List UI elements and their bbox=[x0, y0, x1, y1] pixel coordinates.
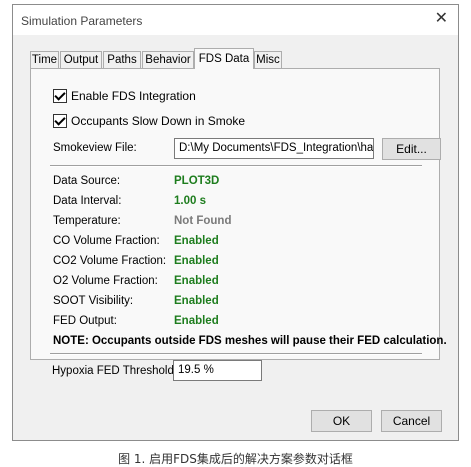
temperature-label: Temperature: bbox=[53, 215, 121, 227]
title-bar: Simulation Parameters ✕ bbox=[13, 5, 458, 35]
enable-fds-label: Enable FDS Integration bbox=[71, 89, 196, 103]
edit-button[interactable]: Edit... bbox=[382, 138, 441, 160]
tab-output[interactable]: Output bbox=[60, 51, 102, 68]
fed-output-label: FED Output: bbox=[53, 315, 117, 327]
checkbox-checked-icon[interactable] bbox=[53, 89, 67, 103]
soot-visibility-value: Enabled bbox=[174, 295, 219, 307]
simulation-parameters-dialog: Simulation Parameters ✕ Time Output Path… bbox=[12, 4, 459, 441]
data-source-label: Data Source: bbox=[53, 175, 121, 187]
slowdown-in-smoke-checkbox[interactable]: Occupants Slow Down in Smoke bbox=[53, 114, 245, 128]
smokeview-file-label: Smokeview File: bbox=[53, 142, 137, 154]
tab-time[interactable]: Time bbox=[30, 51, 59, 68]
data-interval-label: Data Interval: bbox=[53, 195, 122, 207]
fds-data-panel: Enable FDS Integration Occupants Slow Do… bbox=[30, 68, 447, 360]
tab-behavior[interactable]: Behavior bbox=[142, 51, 194, 68]
tab-misc[interactable]: Misc bbox=[254, 51, 282, 68]
data-source-value: PLOT3D bbox=[174, 175, 220, 187]
soot-visibility-label: SOOT Visibility: bbox=[53, 295, 134, 307]
temperature-value: Not Found bbox=[174, 215, 232, 227]
co2-volume-fraction-label: CO2 Volume Fraction: bbox=[53, 255, 167, 267]
window-title: Simulation Parameters bbox=[21, 14, 143, 28]
slowdown-label: Occupants Slow Down in Smoke bbox=[71, 114, 246, 128]
o2-volume-fraction-label: O2 Volume Fraction: bbox=[53, 275, 158, 287]
enable-fds-checkbox[interactable]: Enable FDS Integration bbox=[53, 89, 196, 103]
figure-caption: 图 1. 启用FDS集成后的解决方案参数对话框 bbox=[118, 452, 353, 466]
checkbox-checked-icon[interactable] bbox=[53, 114, 67, 128]
ok-button[interactable]: OK bbox=[311, 410, 372, 432]
fds-mesh-note: NOTE: Occupants outside FDS meshes will … bbox=[53, 335, 447, 347]
separator bbox=[50, 353, 422, 355]
co2-volume-fraction-value: Enabled bbox=[174, 255, 219, 267]
data-interval-value: 1.00 s bbox=[174, 195, 206, 207]
hypoxia-fed-threshold-label: Hypoxia FED Threshold: bbox=[52, 365, 178, 377]
o2-volume-fraction-value: Enabled bbox=[174, 275, 219, 287]
co-volume-fraction-value: Enabled bbox=[174, 235, 219, 247]
smokeview-file-field[interactable]: D:\My Documents\FDS_Integration\hallway bbox=[174, 138, 374, 159]
separator bbox=[50, 165, 422, 167]
co-volume-fraction-label: CO Volume Fraction: bbox=[53, 235, 160, 247]
close-icon[interactable]: ✕ bbox=[435, 11, 448, 27]
tab-fds-data[interactable]: FDS Data bbox=[194, 48, 254, 69]
tab-paths[interactable]: Paths bbox=[103, 51, 141, 68]
fed-output-value: Enabled bbox=[174, 315, 219, 327]
hypoxia-fed-threshold-input[interactable]: 19.5 % bbox=[173, 360, 262, 381]
cancel-button[interactable]: Cancel bbox=[381, 410, 442, 432]
